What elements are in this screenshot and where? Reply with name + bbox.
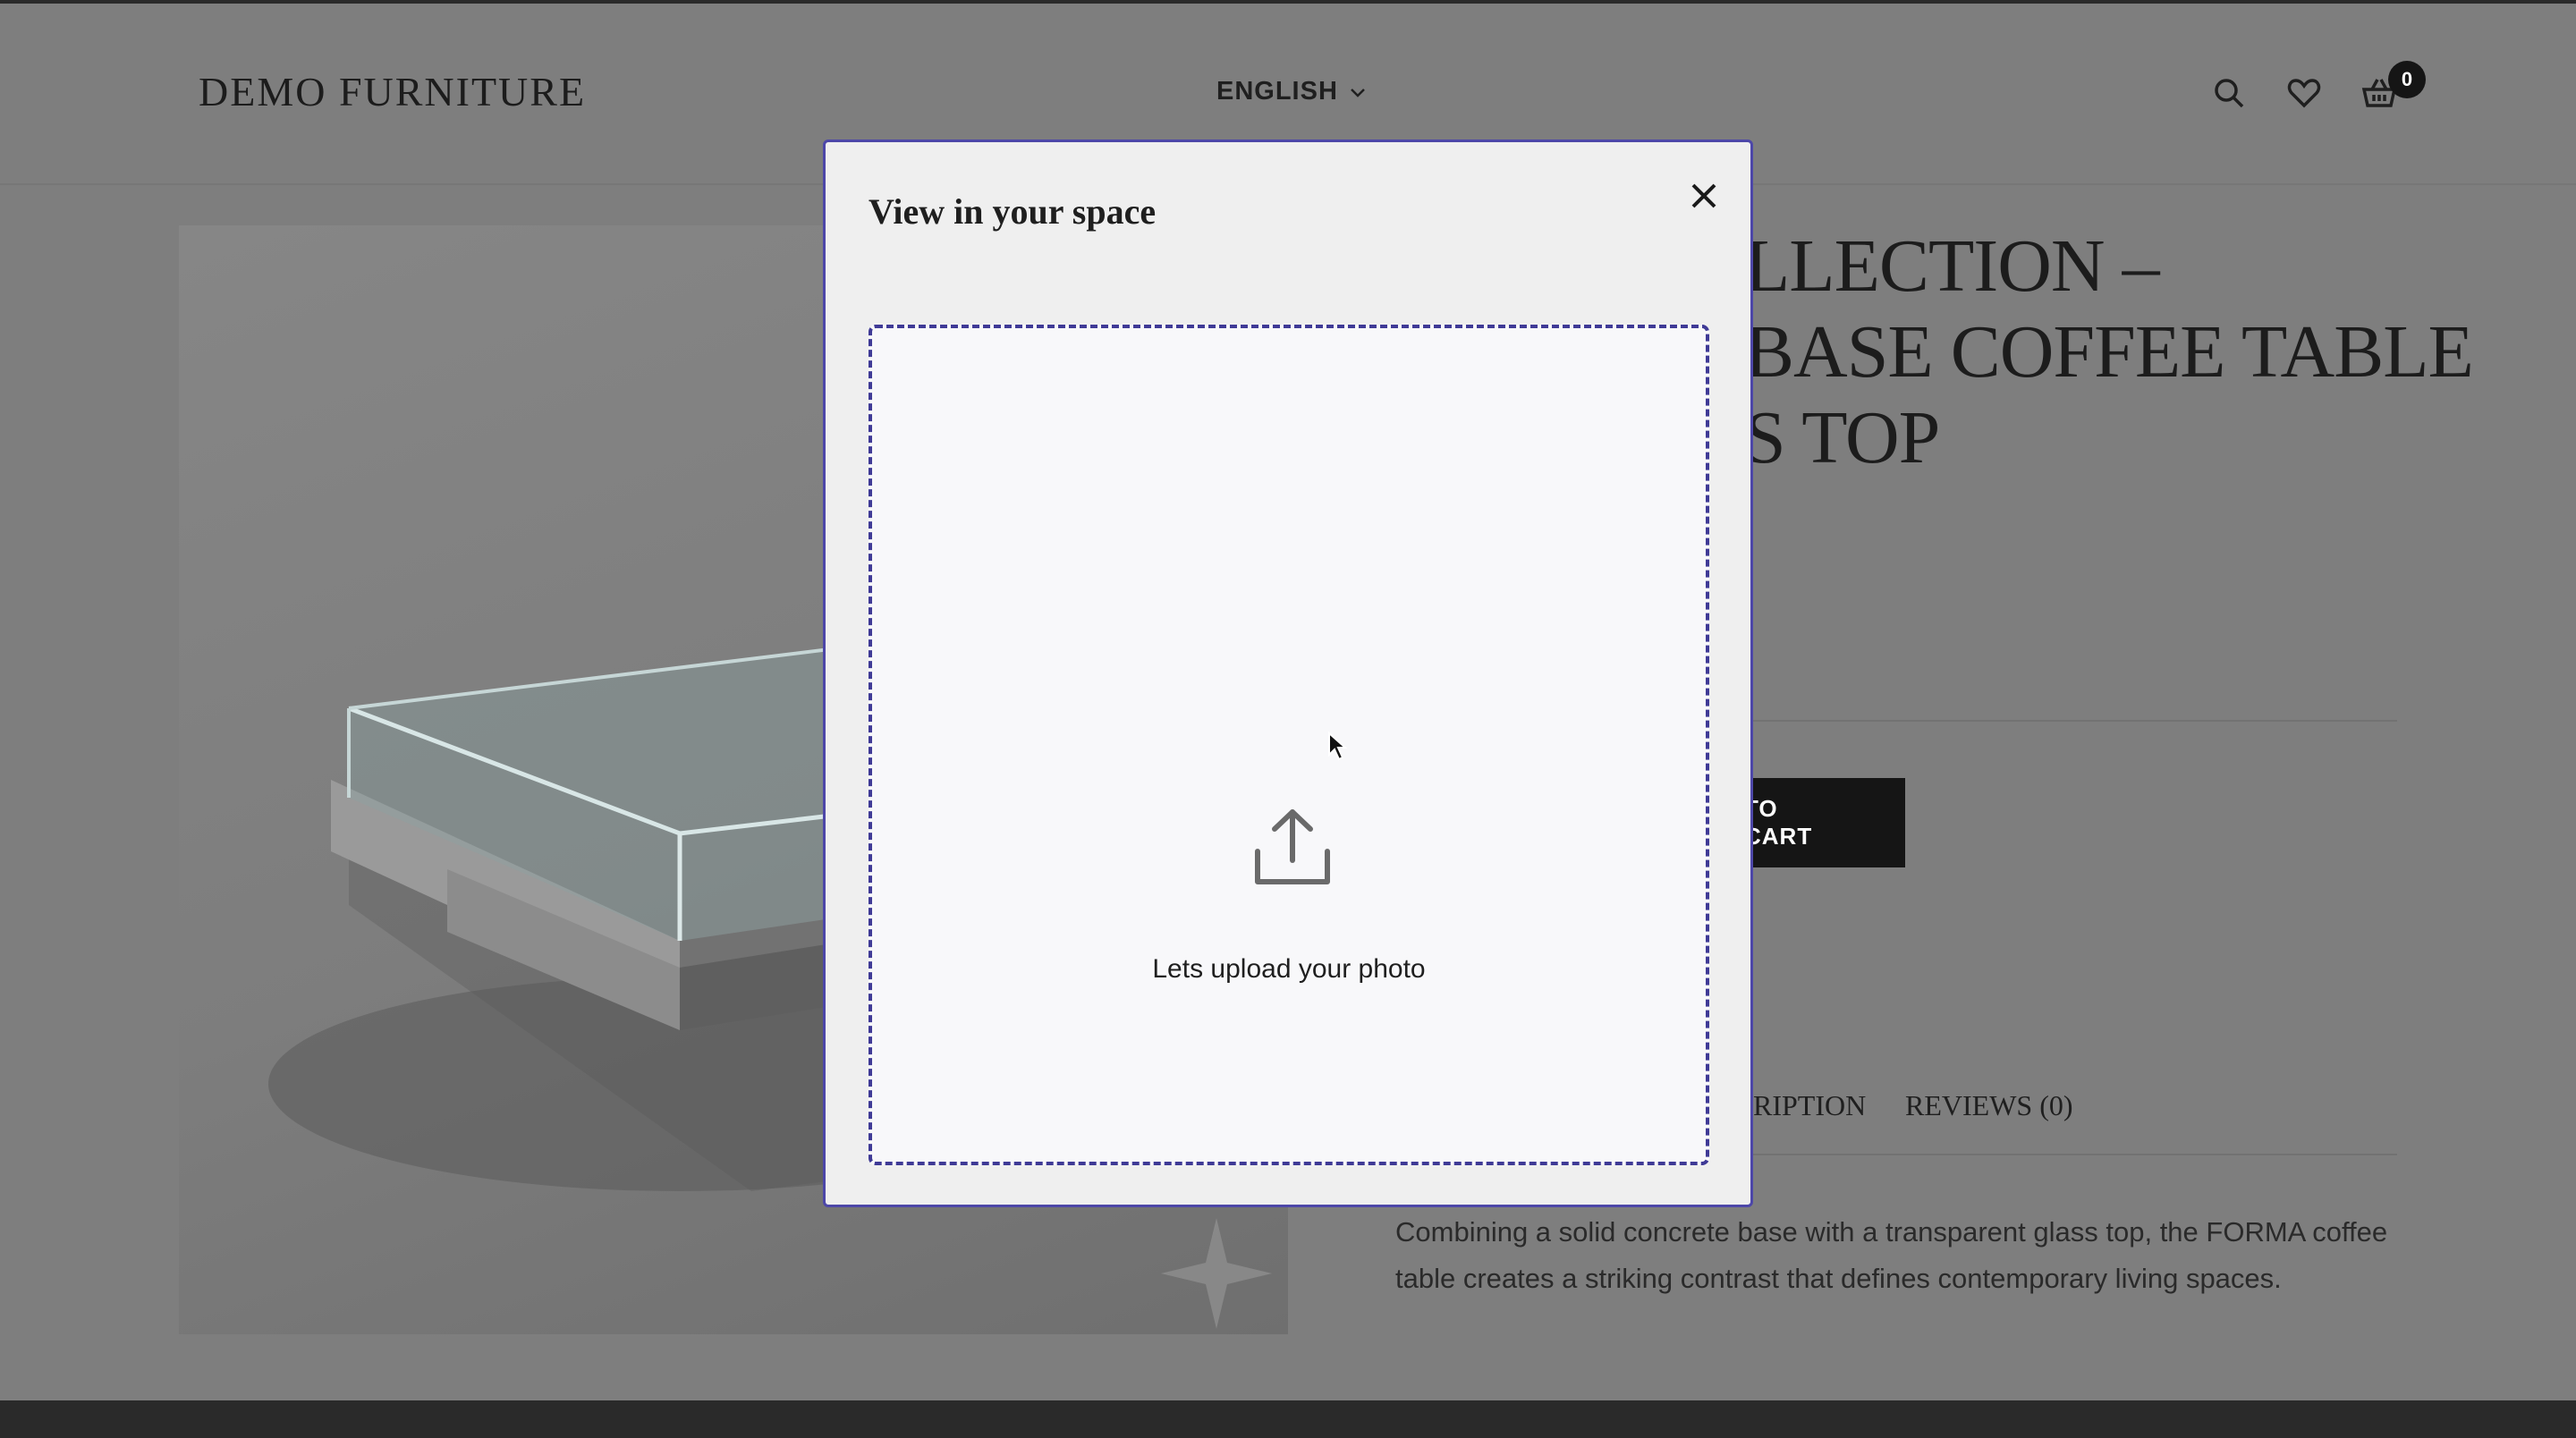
tab-reviews[interactable]: REVIEWS (0) <box>1905 1089 2073 1122</box>
heart-icon[interactable] <box>2286 75 2322 111</box>
add-to-cart-button[interactable]: TO CART <box>1744 778 1905 867</box>
top-border <box>0 0 2576 4</box>
site-logo[interactable]: DEMO FURNITURE <box>199 68 586 115</box>
photo-upload-dropzone[interactable]: Lets upload your photo <box>869 325 1709 1165</box>
close-icon[interactable] <box>1686 178 1722 214</box>
bottom-bar <box>0 1400 2576 1438</box>
product-title: LLECTION – BASE COFFEE TABLE S TOP <box>1744 224 2474 481</box>
product-divider <box>1744 720 2397 722</box>
view-in-space-modal: View in your space Lets upload your phot… <box>823 140 1753 1207</box>
upload-icon <box>1252 807 1333 887</box>
chevron-down-icon <box>1351 88 1365 97</box>
search-icon[interactable] <box>2211 75 2247 111</box>
modal-title: View in your space <box>869 191 1157 232</box>
tab-description[interactable]: RIPTION <box>1753 1089 1866 1122</box>
product-title-line: LLECTION – <box>1744 224 2160 308</box>
product-title-line: S TOP <box>1744 396 1940 479</box>
product-description: Combining a solid concrete base with a t… <box>1395 1216 2388 1294</box>
language-label: ENGLISH <box>1216 77 1338 106</box>
upload-instruction: Lets upload your photo <box>1152 954 1426 984</box>
language-selector[interactable]: ENGLISH <box>1216 77 1368 106</box>
cart-count-badge: 0 <box>2388 61 2426 98</box>
product-title-line: BASE COFFEE TABLE <box>1744 310 2474 393</box>
mouse-cursor-icon <box>1327 731 1348 762</box>
